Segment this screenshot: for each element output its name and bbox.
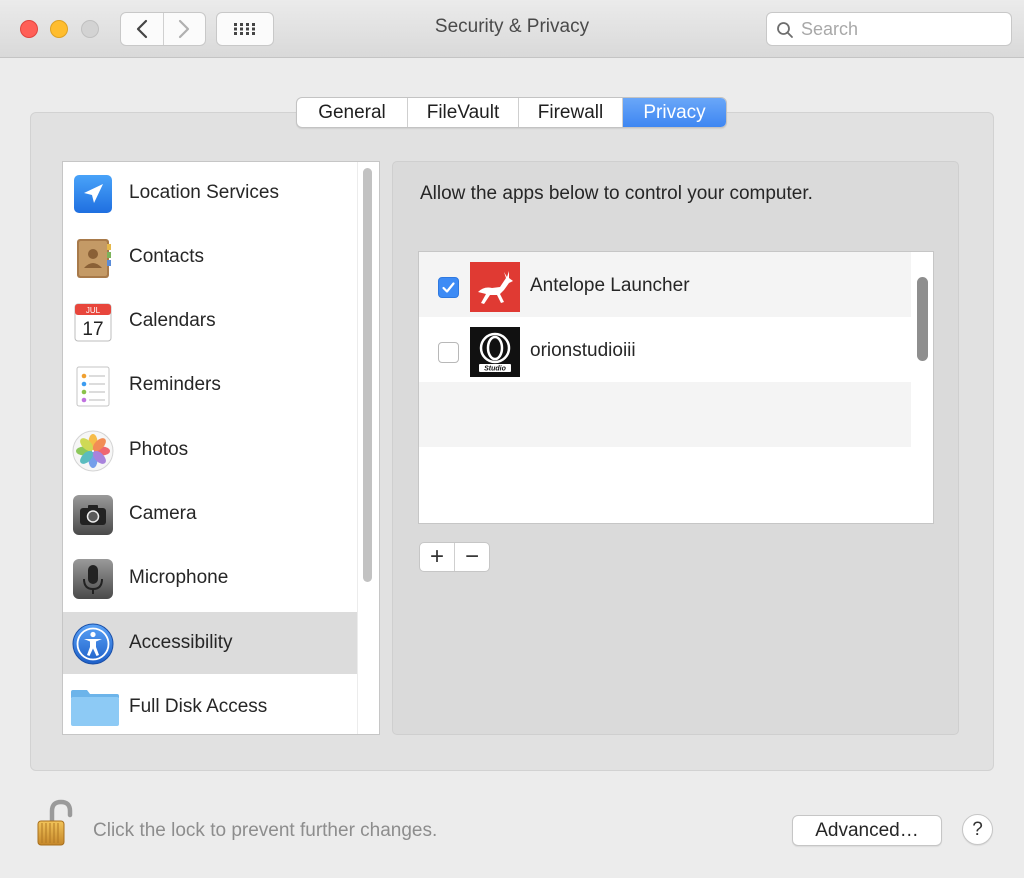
- minimize-window-button[interactable]: [50, 20, 68, 38]
- sidebar-item-label: Accessibility: [129, 632, 233, 653]
- forward-button[interactable]: [162, 13, 206, 45]
- photos-flower-icon: [71, 429, 115, 473]
- sidebar-item-label: Photos: [129, 439, 189, 460]
- add-remove-group: + −: [419, 542, 490, 572]
- help-button[interactable]: ?: [962, 814, 993, 845]
- window-title: Security & Privacy: [434, 16, 590, 37]
- sidebar-item-label: Calendars: [129, 310, 216, 331]
- app-checkbox-orionstudioiii[interactable]: [438, 342, 459, 363]
- orion-studio-icon-text: Studio: [484, 366, 506, 373]
- sidebar-item-camera[interactable]: Camera: [63, 483, 357, 545]
- sidebar-item-label: Microphone: [129, 567, 229, 588]
- privacy-category-list[interactable]: Location Services Contacts JUL 17 Calenda…: [62, 161, 380, 735]
- back-button[interactable]: [121, 13, 163, 45]
- contacts-book-icon: [71, 236, 115, 280]
- advanced-button[interactable]: Advanced…: [792, 815, 942, 846]
- app-list[interactable]: Antelope Launcher Studio orionstudioiii: [418, 251, 934, 524]
- show-all-button[interactable]: [216, 12, 274, 46]
- app-name: orionstudioiii: [530, 340, 636, 361]
- grid-icon: [234, 23, 255, 35]
- calendar-icon-month: JUL: [86, 306, 101, 315]
- location-arrow-icon: [71, 172, 115, 216]
- checkmark-icon: [442, 282, 455, 293]
- microphone-icon: [71, 557, 115, 601]
- lock-message: Click the lock to prevent further change…: [93, 820, 438, 841]
- sidebar-item-contacts[interactable]: Contacts: [63, 226, 357, 288]
- chevron-left-icon: [136, 19, 147, 39]
- lock-icon[interactable]: [31, 798, 81, 848]
- sidebar-item-accessibility[interactable]: Accessibility: [63, 612, 357, 674]
- app-row-orionstudioiii[interactable]: Studio orionstudioiii: [419, 317, 911, 382]
- sidebar-item-reminders[interactable]: Reminders: [63, 354, 357, 416]
- empty-row: [419, 382, 911, 447]
- tab-filevault[interactable]: FileVault: [407, 98, 518, 127]
- nav-button-group: [120, 12, 206, 46]
- app-row-antelope-launcher[interactable]: Antelope Launcher: [419, 252, 911, 317]
- folder-icon: [71, 686, 119, 730]
- search-icon: [777, 22, 793, 38]
- sidebar-item-label: Contacts: [129, 246, 204, 267]
- list-divider: [357, 162, 358, 734]
- tab-general[interactable]: General: [297, 98, 407, 127]
- app-checkbox-antelope-launcher[interactable]: [438, 277, 459, 298]
- reminders-list-icon: [71, 364, 115, 408]
- chevron-right-icon: [179, 19, 190, 39]
- sidebar-item-photos[interactable]: Photos: [63, 419, 357, 481]
- remove-app-button[interactable]: −: [454, 543, 489, 571]
- sidebar-item-calendars[interactable]: JUL 17 Calendars: [63, 290, 357, 352]
- tab-bar: General FileVault Firewall Privacy: [296, 97, 727, 128]
- orion-studio-icon: Studio: [470, 327, 520, 377]
- camera-icon: [71, 493, 115, 537]
- tab-firewall[interactable]: Firewall: [518, 98, 622, 127]
- app-list-scrollbar[interactable]: [917, 277, 928, 361]
- sidebar-item-label: Camera: [129, 503, 197, 524]
- sidebar-scrollbar[interactable]: [363, 168, 372, 582]
- search-input[interactable]: [801, 17, 1001, 41]
- antelope-icon: [470, 262, 520, 312]
- tab-privacy[interactable]: Privacy: [622, 98, 726, 127]
- app-name: Antelope Launcher: [530, 275, 690, 296]
- sidebar-item-full-disk-access[interactable]: Full Disk Access: [63, 676, 357, 734]
- sidebar-item-label: Location Services: [129, 182, 279, 203]
- pane-description: Allow the apps below to control your com…: [420, 183, 813, 204]
- search-field[interactable]: [766, 12, 1012, 46]
- calendar-icon-day: 17: [82, 319, 103, 340]
- add-app-button[interactable]: +: [420, 543, 454, 571]
- title-bar: Security & Privacy: [0, 0, 1024, 58]
- sidebar-item-microphone[interactable]: Microphone: [63, 547, 357, 609]
- sidebar-item-label: Full Disk Access: [129, 696, 268, 717]
- close-window-button[interactable]: [20, 20, 38, 38]
- zoom-window-button[interactable]: [81, 20, 99, 38]
- accessibility-icon: [71, 622, 115, 666]
- calendar-icon: JUL 17: [71, 300, 115, 344]
- sidebar-item-location-services[interactable]: Location Services: [63, 162, 357, 224]
- sidebar-item-label: Reminders: [129, 374, 221, 395]
